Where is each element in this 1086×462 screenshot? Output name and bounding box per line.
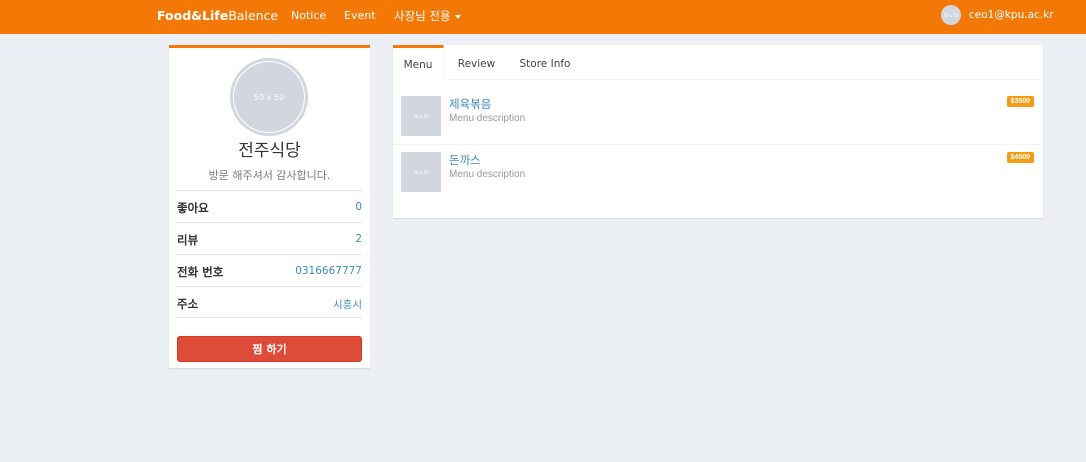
menu-description: Menu description (449, 169, 526, 180)
stat-row-address: 주소 시흥시 (177, 286, 362, 318)
brand-logo[interactable]: Food&LifeBalence (157, 8, 278, 23)
nav-notice[interactable]: Notice (291, 9, 326, 22)
tab-menu[interactable]: Menu (393, 45, 444, 81)
nav-event[interactable]: Event (344, 9, 376, 22)
favorite-button[interactable]: 찜 하기 (177, 336, 362, 362)
caret-down-icon (454, 14, 461, 19)
store-profile-image: 50 x 50 (230, 58, 308, 136)
tab-store-info[interactable]: Store Info (519, 45, 571, 80)
stat-label: 주소 (177, 297, 199, 311)
menu-name[interactable]: 돈까스 (449, 152, 481, 168)
brand-bold: Food&Life (157, 8, 229, 23)
nav-owner-menu[interactable]: 사장님 전용 (394, 8, 461, 24)
menu-name[interactable]: 제육볶음 (449, 96, 491, 112)
brand-light: Balence (228, 8, 279, 23)
menu-description: Menu description (449, 113, 526, 124)
store-welcome-text: 방문 해주셔서 감사합니다. (208, 169, 331, 182)
price-badge: $3500 (1006, 96, 1034, 107)
stat-value[interactable]: 시흥시 (333, 297, 362, 312)
tab-bar: Menu Review Store Info (393, 45, 1043, 81)
menu-item: 50 x 50 돈까스 Menu description $4500 (393, 145, 1043, 201)
menu-item: 50 x 50 제육볶음 Menu description $3500 (393, 89, 1043, 145)
stat-value[interactable]: 0 (355, 201, 362, 213)
stat-row-reviews: 리뷰 2 (177, 222, 362, 254)
nav-owner-label: 사장님 전용 (394, 9, 451, 23)
stat-row-phone: 전화 번호 0316667777 (177, 254, 362, 286)
stat-value[interactable]: 2 (355, 233, 362, 245)
price-badge: $4500 (1006, 152, 1034, 163)
user-email[interactable]: ceo1@kpu.ac.kr (969, 9, 1054, 21)
store-profile-placeholder: 50 x 50 (234, 62, 304, 132)
stat-row-likes: 좋아요 0 (177, 190, 362, 222)
store-tab-panel: Menu Review Store Info 50 x 50 제육볶음 Menu… (393, 45, 1043, 218)
store-name: 전주식당 (238, 141, 301, 161)
store-profile-card: 50 x 50 전주식당 방문 해주셔서 감사합니다. 좋아요 0 리뷰 2 전… (169, 45, 370, 368)
stat-label: 전화 번호 (177, 265, 224, 279)
user-avatar[interactable]: 50 x 50 (941, 5, 961, 25)
top-navbar: Food&LifeBalence Notice Event 사장님 전용 50 … (0, 0, 1086, 34)
stat-value[interactable]: 0316667777 (295, 265, 362, 277)
stat-label: 좋아요 (177, 201, 209, 215)
tab-review[interactable]: Review (455, 45, 498, 80)
menu-thumbnail: 50 x 50 (401, 96, 441, 136)
menu-thumbnail: 50 x 50 (401, 152, 441, 192)
stat-label: 리뷰 (177, 233, 199, 247)
